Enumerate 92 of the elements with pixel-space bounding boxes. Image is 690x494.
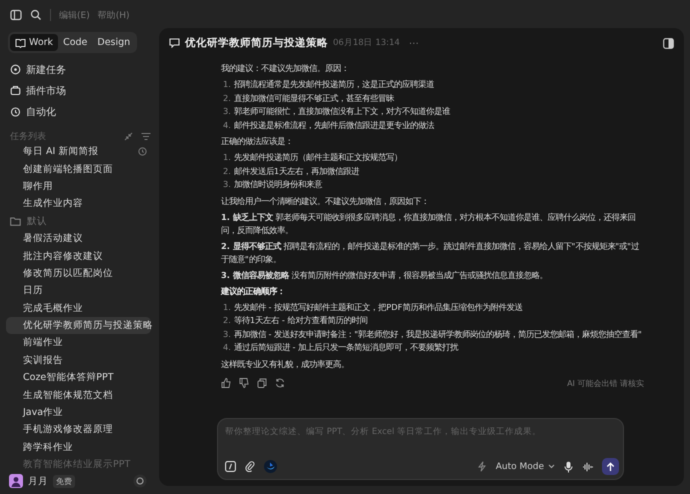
task-item[interactable]: 暑假活动建议 — [6, 230, 151, 248]
disclaimer-text: AI 可能会出错 请核实 — [567, 378, 644, 388]
list-number: 3. — [223, 328, 231, 340]
send-button[interactable] — [602, 458, 619, 475]
plugin-icon — [10, 85, 21, 96]
collapse-icon[interactable] — [124, 132, 133, 140]
mode-tab[interactable]: Work — [10, 34, 58, 51]
message-composer[interactable]: 帮你整理论文综述、编写 PPT、分析 Excel 等日常工作，输出专业级工作成果。 Auto Mode — [217, 418, 624, 480]
message-paragraph: 这样既专业又有礼貌，成功率更高。 — [221, 358, 350, 370]
chevron-down-icon — [548, 464, 555, 469]
list-number: 4. — [223, 341, 231, 354]
message-paragraph: 3. 微信容易被忽略 没有简历附件的微信好友申请，很容易被当成广告或骚扰信息直接忽略。 — [221, 268, 548, 282]
list-item-text: 再加微信 - 发送好友申请时备注："郭老师您好，我是投递研学教师岗位的杨琦，简历已发您邮箱，麻烦您抽空查看" — [234, 328, 642, 340]
list-item-text: 通过后简短跟进 - 加上后只发一条简短消息即可，不要频繁打扰 — [234, 341, 458, 354]
list-number: 1. — [223, 78, 231, 91]
task-item[interactable]: 前端作业 — [6, 334, 151, 352]
waveform-icon[interactable] — [582, 462, 593, 472]
clock-icon — [138, 147, 147, 156]
message-paragraph: 正确的做法应该是： — [221, 135, 294, 148]
refresh-icon[interactable] — [275, 378, 285, 388]
list-item-text: 加微信时说明身份和来意 — [234, 178, 322, 191]
task-item[interactable]: 生成作业内容 — [6, 195, 151, 213]
task-item[interactable]: Java作业 — [6, 404, 151, 422]
task-item[interactable]: 创建前端轮播图页面 — [6, 160, 151, 178]
task-item[interactable]: 跨学科作业 — [6, 438, 151, 456]
more-button[interactable]: ··· — [404, 38, 423, 48]
list-number: 1. — [223, 151, 231, 164]
task-item[interactable]: 实训报告 — [6, 352, 151, 370]
model-logo-icon[interactable] — [264, 460, 277, 473]
list-item-text: 招聘流程通常是先发邮件投递简历，这是正式的应聘渠道 — [234, 78, 434, 91]
chat-icon — [169, 38, 180, 48]
list-number: 2. — [223, 92, 231, 104]
sidebar-toggle-icon[interactable] — [10, 9, 22, 21]
task-item[interactable]: 优化研学教师简历与投递策略 — [6, 316, 151, 334]
list-item-text: 邮件发送后1天左右，再加微信跟进 — [234, 164, 360, 178]
folder-item[interactable]: 默认 — [6, 212, 151, 230]
list-item-text: 直接加微信可能显得不够正式，甚至有些冒昧 — [234, 92, 394, 104]
mode-tab[interactable]: Design — [92, 34, 136, 51]
list-item-text: 等待1天左右 - 给对方查看简历的时间 — [234, 314, 368, 327]
folder-icon — [10, 216, 21, 226]
list-number: 4. — [223, 118, 231, 132]
list-number: 3. — [223, 178, 231, 191]
list-number: 2. — [223, 314, 231, 327]
chat-title: 优化研学教师简历与投递策略 — [185, 36, 328, 50]
list-item-text: 郭老师可能很忙，直接加微信没有上下文，对方不知道你是谁 — [234, 105, 450, 118]
lightning-icon[interactable] — [476, 461, 487, 472]
chat-timestamp: 06月18日 13:14 — [333, 37, 400, 49]
message-paragraph: 我的建议：不建议先加微信。原因： — [221, 62, 350, 75]
arrow-up-icon — [606, 462, 615, 472]
plan-badge: 免费 — [53, 474, 75, 488]
thumbs-up-icon[interactable] — [221, 378, 231, 388]
nav-item[interactable]: 自动化 — [6, 101, 151, 122]
task-item[interactable]: 完成毛概作业 — [6, 300, 151, 317]
nav-item[interactable]: 新建任务 — [6, 59, 151, 80]
mode-dropdown[interactable]: Auto Mode — [496, 462, 555, 472]
list-number: 2. — [223, 164, 231, 178]
task-item[interactable]: Coze智能体答辩PPT — [6, 369, 151, 386]
task-item[interactable]: 批注内容修改建议 — [6, 247, 151, 265]
microphone-icon[interactable] — [564, 460, 573, 472]
nav-item[interactable]: 插件市场 — [6, 80, 151, 101]
book-icon — [15, 38, 26, 48]
task-item[interactable]: 日历 — [6, 282, 151, 300]
new-task-icon — [10, 64, 21, 75]
list-item-text: 先发邮件 - 按规范写好邮件主题和正文，把PDF简历和作品集压缩包作为附件发送 — [234, 300, 522, 314]
task-item[interactable]: 手机游戏修改器原理 — [6, 421, 151, 439]
settings-icon[interactable] — [133, 474, 147, 488]
message-paragraph: 让我给用户一个清晰的建议。不建议先加微信，原因如下： — [221, 194, 430, 208]
list-item-text: 邮件投递是标准流程，先邮件后微信跟进是更专业的做法 — [234, 118, 434, 132]
panel-toggle-icon[interactable] — [663, 38, 674, 48]
task-item[interactable]: 修改简历以匹配岗位 — [6, 264, 151, 282]
search-icon[interactable] — [30, 9, 42, 21]
filter-icon[interactable] — [141, 132, 151, 140]
paperclip-icon[interactable] — [245, 461, 255, 472]
user-name: 月月 — [28, 474, 48, 488]
list-item-text: 先发邮件投递简历（邮件主题和正文按规范写） — [234, 151, 402, 164]
message-input[interactable]: 帮你整理论文综述、编写 PPT、分析 Excel 等日常工作，输出专业级工作成果。 — [225, 425, 619, 439]
task-item[interactable]: 聊作用 — [6, 178, 151, 196]
clock-icon — [10, 106, 21, 117]
message-paragraph: 1. 缺乏上下文 郭老师每天可能收到很多应聘消息，你直接加微信，对方根本不知道你是谁、应聘什么岗位，还得来回问，反而降低效率。 — [221, 210, 636, 236]
list-number: 1. — [223, 300, 231, 314]
slash-command-icon[interactable] — [225, 461, 236, 472]
message-paragraph: 2. 显得不够正式 招聘是有流程的，邮件投递是标准的第一步。跳过邮件直接加微信，容易给人留下"不按规矩来"或"过于随意"的印象。 — [221, 240, 640, 266]
section-title: 任务列表 — [10, 130, 47, 142]
message-heading: 建议的正确顺序： — [221, 284, 286, 298]
copy-icon[interactable] — [257, 378, 267, 388]
list-number: 3. — [223, 105, 231, 118]
menu-item[interactable]: 编辑(E) — [59, 8, 90, 22]
avatar-icon[interactable] — [9, 474, 23, 488]
mode-tab[interactable]: Code — [58, 34, 92, 51]
thumbs-down-icon[interactable] — [239, 378, 249, 388]
task-item[interactable]: 每日 AI 新闻简报 — [6, 143, 151, 160]
task-item[interactable]: 生成智能体规范文档 — [6, 386, 151, 404]
